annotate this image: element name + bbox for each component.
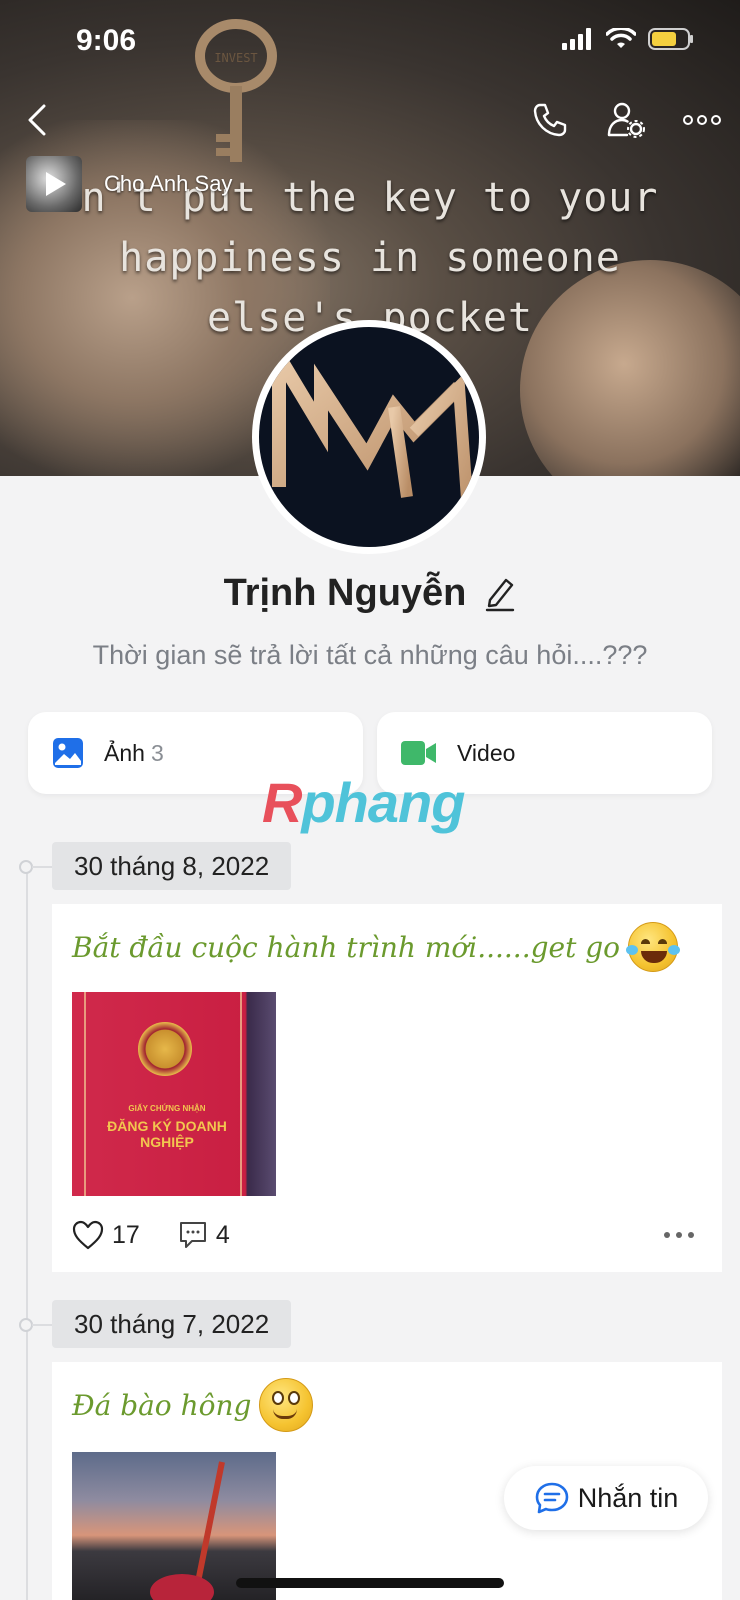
edit-pencil-icon[interactable]: [484, 576, 516, 612]
play-icon: [46, 172, 66, 196]
watermark-logo: Rphang: [262, 770, 465, 835]
signal-icon: [562, 28, 591, 50]
phone-icon: [533, 103, 567, 137]
post-date-chip: 30 tháng 8, 2022: [52, 842, 292, 890]
video-icon: [401, 741, 436, 765]
photo-icon: [53, 738, 83, 768]
post-actions: 17 4: [72, 1220, 230, 1250]
profile-settings-button[interactable]: [604, 98, 648, 142]
timeline-dot: [19, 1318, 33, 1332]
post-text-content: Đá bào hông: [72, 1388, 252, 1422]
profile-bio: Thời gian sẽ trả lời tất cả những câu hỏ…: [92, 640, 648, 670]
user-settings-icon: [607, 102, 645, 138]
like-count: 17: [112, 1220, 140, 1249]
timeline-dot: [19, 860, 33, 874]
photos-count: 3: [150, 739, 164, 766]
battery-icon: [648, 28, 693, 50]
profile-name-row: Trịnh Nguyễn: [0, 572, 740, 615]
heart-icon[interactable]: [72, 1220, 104, 1250]
comment-count: 4: [215, 1220, 230, 1249]
videos-label: Video: [457, 739, 516, 766]
status-time: 9:06: [76, 24, 137, 57]
message-button[interactable]: Nhắn tin: [504, 1466, 708, 1530]
mk-logo-icon: [272, 331, 475, 528]
comment-icon[interactable]: [178, 1220, 208, 1250]
timeline-line: [26, 866, 28, 1600]
post-image[interactable]: GIẤY CHỨNG NHẬN ĐĂNG KÝ DOANH NGHIỆP: [72, 992, 276, 1196]
post-text-content: Bắt đầu cuộc hành trình mới......get go: [72, 930, 621, 964]
back-button[interactable]: [16, 98, 60, 142]
home-indicator[interactable]: [236, 1578, 504, 1588]
post-date-chip: 30 tháng 7, 2022: [52, 1300, 292, 1348]
message-button-label: Nhắn tin: [577, 1482, 679, 1513]
key-text: INVEST: [214, 51, 257, 65]
watermark-rest: phang: [301, 771, 465, 834]
call-button[interactable]: [528, 98, 572, 142]
image-caption-big: ĐĂNG KÝ DOANH NGHIỆP: [107, 1118, 227, 1150]
timeline-connector: [32, 1324, 52, 1326]
post-card[interactable]: Bắt đầu cuộc hành trình mới......get go …: [52, 904, 722, 1272]
music-thumbnail[interactable]: [26, 156, 82, 212]
photos-label: Ảnh 3: [104, 740, 164, 767]
more-horizontal-icon: [683, 115, 721, 125]
watermark-first: R: [262, 771, 302, 834]
status-icons: [562, 28, 694, 50]
profile-name: Trịnh Nguyễn: [223, 572, 467, 614]
timeline-connector: [32, 866, 52, 868]
post-text: Đá bào hông: [72, 1378, 314, 1432]
post-more-button[interactable]: [664, 1232, 694, 1238]
quote-line-2: happiness in someone: [119, 235, 621, 281]
profile-music[interactable]: Cho Anh Say: [26, 156, 232, 212]
photos-label-text: Ảnh: [104, 739, 145, 766]
avatar[interactable]: [252, 320, 486, 554]
key-image: INVEST: [195, 19, 277, 162]
post-text: Bắt đầu cuộc hành trình mới......get go: [72, 922, 681, 972]
music-title: Cho Anh Say: [104, 171, 233, 196]
smiling-face-emoji-icon: [259, 1378, 314, 1432]
wifi-icon: [606, 28, 636, 48]
chat-bubble-icon: [535, 1482, 569, 1514]
more-options-button[interactable]: [680, 98, 724, 142]
chevron-left-icon: [28, 104, 46, 136]
avatar-logo: [259, 327, 479, 547]
image-caption-small: GIẤY CHỨNG NHẬN: [128, 1104, 206, 1113]
emblem-icon: [138, 1022, 192, 1076]
laughing-tears-emoji-icon: [626, 922, 681, 972]
